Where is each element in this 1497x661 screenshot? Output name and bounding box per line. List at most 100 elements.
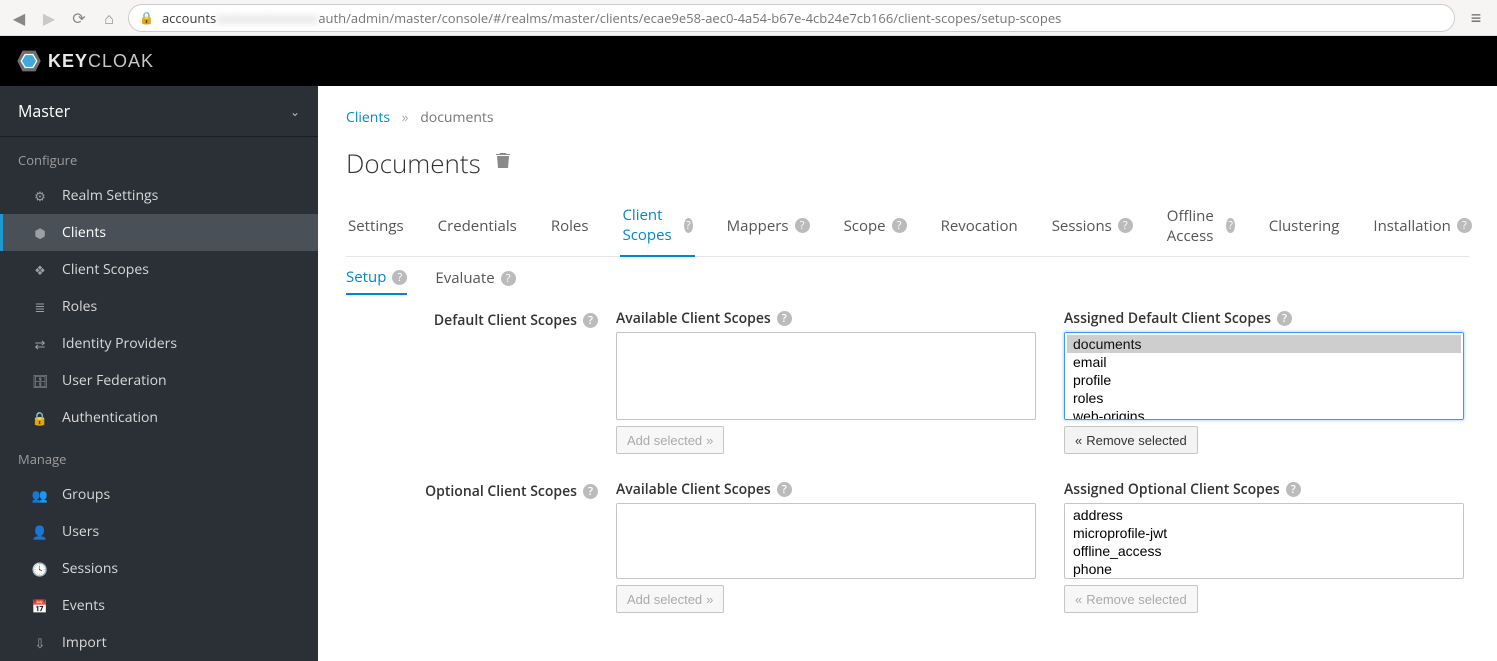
breadcrumb-separator: » [402, 108, 409, 127]
help-icon[interactable]: ? [1286, 482, 1301, 497]
add-selected-default-button[interactable]: Add selected» [616, 426, 724, 454]
help-icon[interactable]: ? [795, 218, 810, 233]
help-icon[interactable]: ? [1277, 311, 1292, 326]
scope-option-offline_access[interactable]: offline_access [1067, 542, 1461, 560]
sidebar-item-import[interactable]: ⇩ Import [0, 624, 318, 661]
tab-clustering[interactable]: Clustering [1267, 197, 1342, 256]
tab-revocation[interactable]: Revocation [939, 197, 1020, 256]
sidebar-item-label: Clients [62, 223, 106, 242]
scope-option-web-origins[interactable]: web-origins [1067, 407, 1461, 420]
scope-option-profile[interactable]: profile [1067, 371, 1461, 389]
home-button[interactable]: ⌂ [98, 7, 120, 29]
header-assigned-default: Assigned Default Client Scopes? [1064, 309, 1464, 328]
assigned-default-scopes-select[interactable]: documentsemailprofilerolesweb-origins [1064, 332, 1464, 420]
header-assigned-optional: Assigned Optional Client Scopes? [1064, 480, 1464, 499]
sidebar-section-manage: Manage [0, 436, 318, 476]
clock-icon: 🕓 [32, 561, 48, 577]
tab-settings[interactable]: Settings [346, 197, 406, 256]
brand-name: KEYCLOAK [48, 51, 154, 72]
help-icon[interactable]: ? [684, 218, 693, 233]
browser-menu-button[interactable]: ≡ [1463, 6, 1489, 30]
breadcrumb-link-clients[interactable]: Clients [346, 108, 390, 127]
help-icon[interactable]: ? [583, 313, 598, 328]
add-selected-optional-button[interactable]: Add selected» [616, 585, 724, 613]
help-icon[interactable]: ? [777, 311, 792, 326]
subtab-setup[interactable]: Setup? [346, 267, 407, 295]
sidebar-item-clients[interactable]: ⬢Clients [0, 214, 318, 251]
available-default-scopes-select[interactable] [616, 332, 1036, 420]
main-content: Clients » documents Documents Settings Cr… [318, 86, 1497, 661]
help-icon[interactable]: ? [583, 484, 598, 499]
app-header: KEYCLOAK [0, 36, 1497, 86]
remove-selected-default-button[interactable]: «Remove selected [1064, 426, 1198, 454]
sidebar-item-label: Authentication [62, 408, 158, 427]
url-text: accountsxxxxxxxxxxxxxxxauth/admin/master… [162, 9, 1061, 27]
tab-scope[interactable]: Scope? [842, 197, 909, 256]
tab-client-scopes[interactable]: Client Scopes? [620, 197, 694, 257]
sidebar-item-roles[interactable]: ≣ Roles [0, 288, 318, 325]
sidebar-item-sessions[interactable]: 🕓 Sessions [0, 550, 318, 587]
header-available-default: Available Client Scopes? [616, 309, 1036, 328]
sidebar-item-events[interactable]: 📅 Events [0, 587, 318, 624]
sidebar-item-label: Client Scopes [62, 260, 149, 279]
import-icon: ⇩ [32, 635, 48, 651]
realm-selector[interactable]: Master ⌄ [0, 86, 318, 137]
sidebar-item-users[interactable]: 👤 Users [0, 513, 318, 550]
sidebar-item-client-scopes[interactable]: ❖Client Scopes [0, 251, 318, 288]
sidebar-item-realm-settings[interactable]: ⚙Realm Settings [0, 177, 318, 214]
tab-installation[interactable]: Installation? [1371, 197, 1473, 256]
swap-icon: ⇄ [32, 336, 48, 352]
calendar-icon: 📅 [32, 598, 48, 614]
group-icon: 👥 [32, 487, 48, 503]
sidebar-item-label: Users [62, 522, 99, 541]
scope-option-email[interactable]: email [1067, 353, 1461, 371]
help-icon[interactable]: ? [501, 271, 516, 286]
tab-sessions[interactable]: Sessions? [1050, 197, 1135, 256]
breadcrumb-current: documents [420, 108, 493, 127]
sidebar-section-configure: Configure [0, 137, 318, 177]
available-optional-scopes-select[interactable] [616, 503, 1036, 579]
sidebar-item-groups[interactable]: 👥Groups [0, 476, 318, 513]
subtab-evaluate[interactable]: Evaluate? [435, 267, 515, 295]
trash-icon[interactable] [495, 151, 511, 175]
tab-offline-access[interactable]: Offline Access? [1165, 197, 1237, 256]
scope-option-documents[interactable]: documents [1067, 335, 1461, 353]
sidebar-item-label: Roles [62, 297, 97, 316]
chevron-left-icon: « [1075, 433, 1082, 448]
browser-bar: ◀ ▶ ⟳ ⌂ 🔒 accountsxxxxxxxxxxxxxxxauth/ad… [0, 0, 1497, 36]
help-icon[interactable]: ? [1118, 218, 1133, 233]
sidebar-item-label: Import [62, 633, 107, 652]
scope-option-roles[interactable]: roles [1067, 389, 1461, 407]
sidebar: Master ⌄ Configure ⚙Realm Settings⬢Clien… [0, 86, 318, 661]
scope-option-phone[interactable]: phone [1067, 560, 1461, 578]
help-icon[interactable]: ? [1457, 218, 1472, 233]
sidebar-item-identity-providers[interactable]: ⇄Identity Providers [0, 325, 318, 362]
sidebar-item-user-federation[interactable]: 🗄User Federation [0, 362, 318, 399]
user-icon: 👤 [32, 524, 48, 540]
tab-mappers[interactable]: Mappers? [725, 197, 812, 256]
forward-button[interactable]: ▶ [38, 7, 60, 29]
tab-roles[interactable]: Roles [549, 197, 591, 256]
help-icon[interactable]: ? [1226, 218, 1234, 233]
tab-credentials[interactable]: Credentials [436, 197, 519, 256]
sidebar-item-label: Sessions [62, 559, 118, 578]
sidebar-item-label: Events [62, 596, 105, 615]
remove-selected-optional-button[interactable]: «Remove selected [1064, 585, 1198, 613]
scope-option-address[interactable]: address [1067, 506, 1461, 524]
list-icon: ≣ [32, 299, 48, 315]
sidebar-item-authentication[interactable]: 🔒 Authentication [0, 399, 318, 436]
back-button[interactable]: ◀ [8, 7, 30, 29]
help-icon[interactable]: ? [777, 482, 792, 497]
scope-option-microprofile-jwt[interactable]: microprofile-jwt [1067, 524, 1461, 542]
brand-logo[interactable]: KEYCLOAK [16, 48, 154, 74]
logo-hex-icon [16, 48, 42, 74]
reload-button[interactable]: ⟳ [68, 7, 90, 29]
assigned-optional-scopes-select[interactable]: addressmicroprofile-jwtoffline_accesspho… [1064, 503, 1464, 579]
realm-name: Master [18, 100, 70, 122]
page-title: Documents [346, 145, 481, 181]
sidebar-item-label: User Federation [62, 371, 167, 390]
url-field[interactable]: 🔒 accountsxxxxxxxxxxxxxxxauth/admin/mast… [128, 4, 1455, 32]
help-icon[interactable]: ? [892, 218, 907, 233]
lock-icon: 🔒 [32, 410, 48, 426]
help-icon[interactable]: ? [392, 270, 407, 285]
